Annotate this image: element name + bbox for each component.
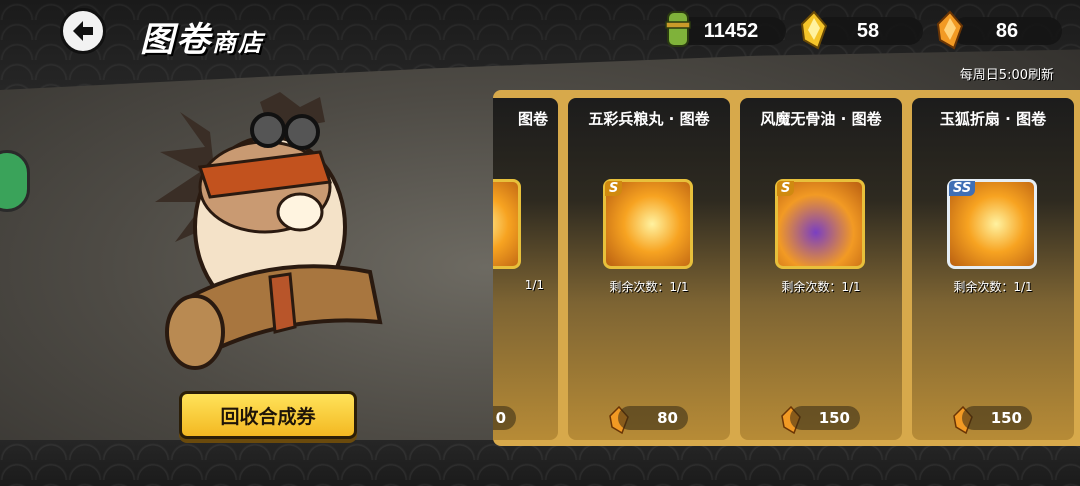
shop-item-card[interactable]: 风魔无骨油 · 图卷 S 剩余次数：1/1 150: [740, 98, 902, 440]
scroll-item-icon: S: [775, 179, 865, 269]
title-sub: 商店: [212, 28, 264, 57]
resource-scroll-value: 11452: [703, 19, 759, 42]
refresh-note: 每周日5:00刷新: [959, 68, 1054, 83]
shop-panel: 图卷 1/1 0 五彩兵粮丸 · 图卷 S 剩余次数：1/1 80 风魔无骨油 …: [493, 90, 1080, 446]
item-icon: [493, 179, 521, 269]
recycle-voucher-button[interactable]: 回收合成券: [179, 391, 357, 439]
resource-gold-gem-value: 58: [856, 19, 880, 42]
page-title: 图卷商店: [140, 12, 264, 61]
back-button[interactable]: [60, 8, 106, 54]
side-tab[interactable]: [0, 150, 30, 212]
orange-gem-icon: [936, 10, 964, 50]
scroll-bag-icon: [665, 11, 691, 47]
item-name: 图卷: [517, 110, 548, 128]
item-remaining: 剩余次数：1/1: [953, 280, 1033, 294]
back-arrow-icon: [73, 21, 93, 41]
gold-gem-icon: [800, 10, 828, 50]
title-main: 图卷: [140, 20, 212, 60]
item-remaining: 1/1: [524, 278, 544, 292]
scroll-item-icon: S: [603, 179, 693, 269]
shop-item-card[interactable]: 五彩兵粮丸 · 图卷 S 剩余次数：1/1 80: [568, 98, 730, 440]
resource-orange-gem: 86: [952, 17, 1062, 45]
shop-item-card[interactable]: 玉狐折扇 · 图卷 SS 剩余次数：1/1 150: [912, 98, 1074, 440]
grade-badge: SS: [949, 181, 976, 196]
scroll-item-icon: SS: [947, 179, 1037, 269]
bottom-banner: [0, 440, 1080, 486]
item-remaining: 剩余次数：1/1: [609, 280, 689, 294]
item-name: 五彩兵粮丸 · 图卷: [588, 110, 710, 128]
shop-item-card[interactable]: 图卷 1/1 0: [493, 98, 558, 440]
resource-orange-gem-value: 86: [995, 19, 1019, 42]
grade-badge: S: [605, 181, 623, 196]
item-price[interactable]: 150: [962, 406, 1032, 430]
item-price[interactable]: 80: [618, 406, 688, 430]
grade-badge: S: [777, 181, 795, 196]
hamster-mascot: [155, 92, 383, 370]
item-remaining: 剩余次数：1/1: [781, 280, 861, 294]
item-price[interactable]: 150: [790, 406, 860, 430]
item-price[interactable]: 0: [493, 406, 516, 430]
item-name: 玉狐折扇 · 图卷: [939, 110, 1047, 128]
item-name: 风魔无骨油 · 图卷: [760, 110, 882, 128]
